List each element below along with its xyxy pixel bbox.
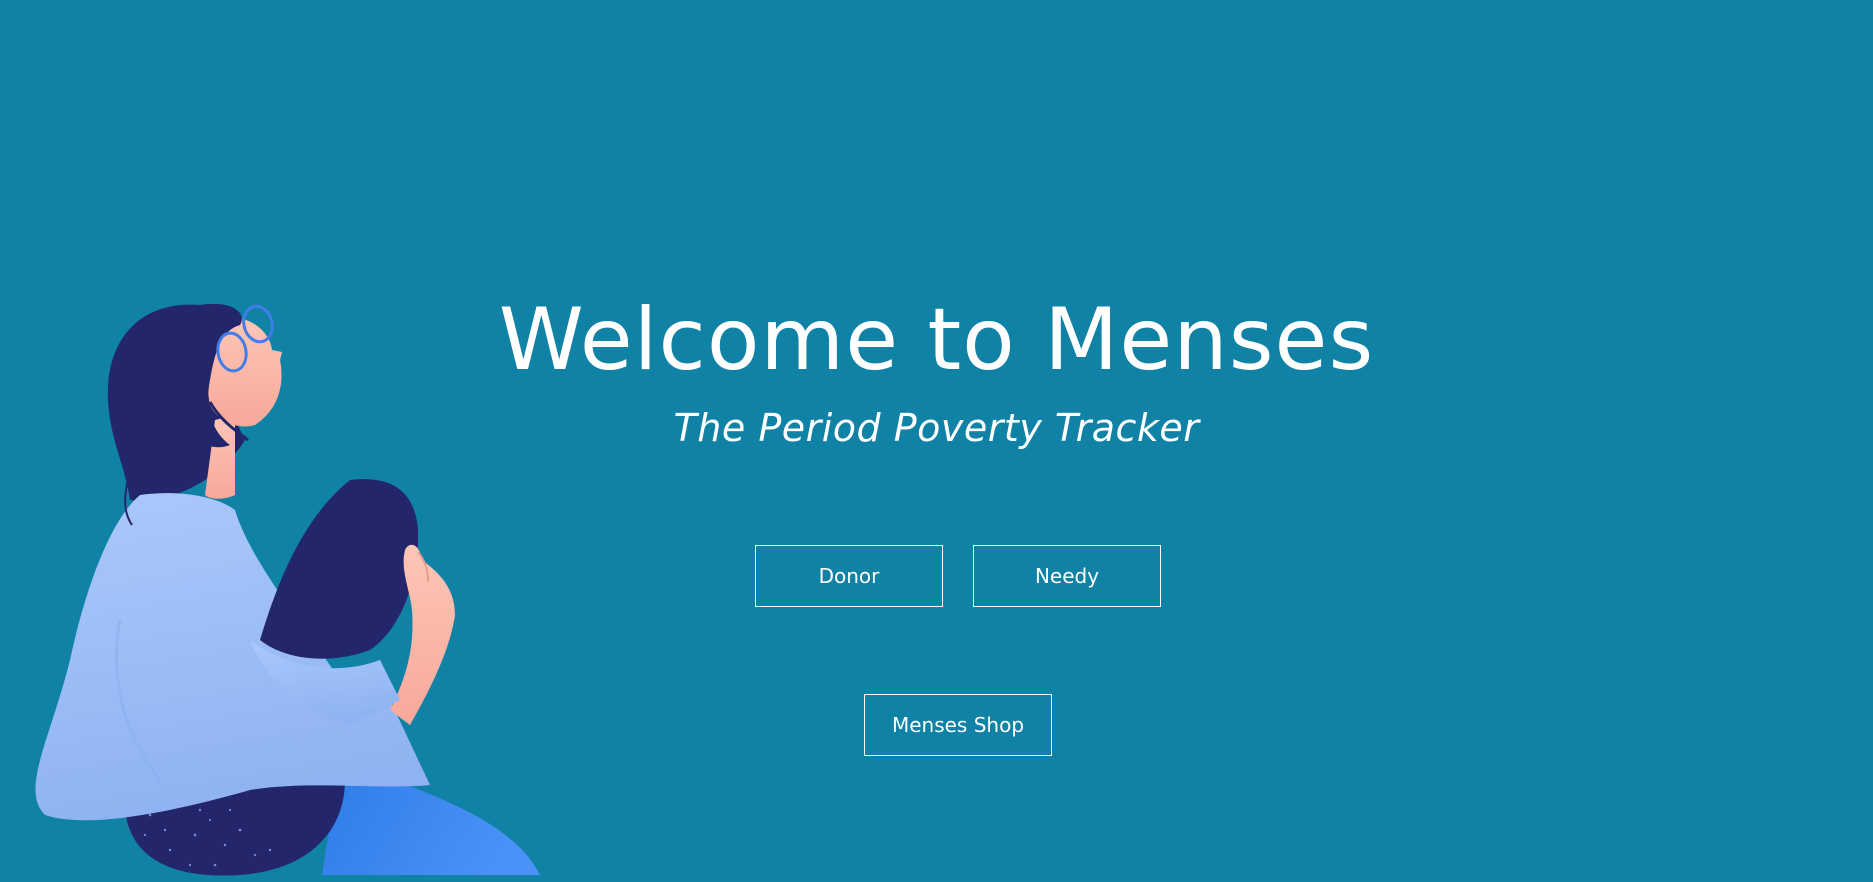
menses-shop-button[interactable]: Menses Shop <box>864 694 1052 756</box>
landing-page: Welcome to Menses The Period Poverty Tra… <box>0 0 1873 882</box>
page-title: Welcome to Menses <box>498 290 1375 390</box>
needy-button[interactable]: Needy <box>973 545 1161 607</box>
donor-button[interactable]: Donor <box>755 545 943 607</box>
page-subtitle: The Period Poverty Tracker <box>673 406 1200 450</box>
